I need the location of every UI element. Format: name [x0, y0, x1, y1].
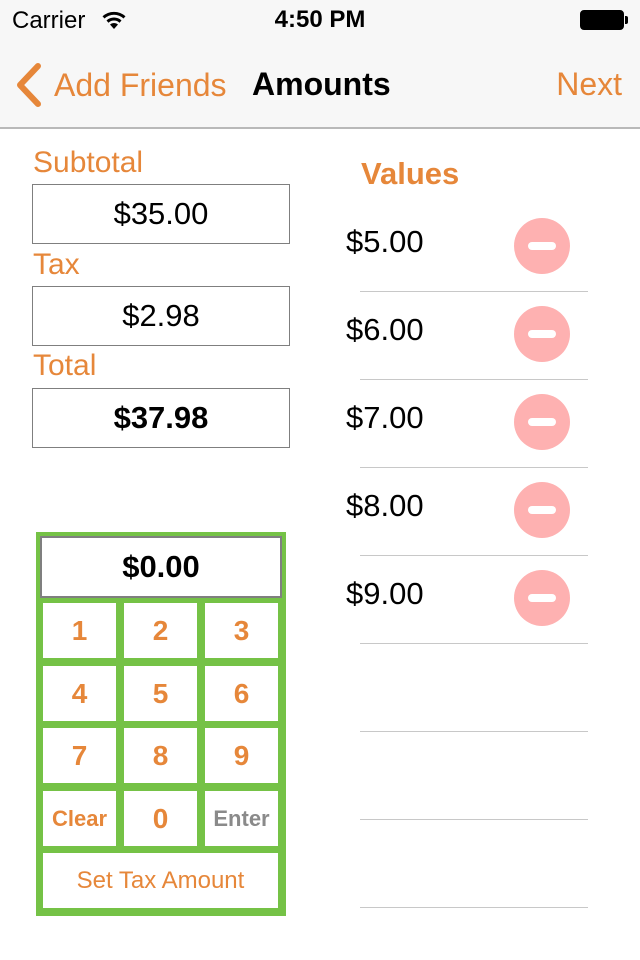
page-title: Amounts	[252, 66, 391, 102]
total-field: $37.98	[32, 388, 290, 448]
chevron-left-icon	[17, 63, 41, 107]
list-item: $8.00	[330, 464, 630, 552]
subtotal-field[interactable]: $35.00	[32, 184, 290, 244]
key-enter[interactable]: Enter	[205, 791, 278, 846]
minus-circle-icon[interactable]	[514, 482, 570, 538]
value-amount: $9.00	[346, 576, 424, 611]
battery-nub	[625, 16, 628, 24]
separator	[360, 643, 588, 644]
key-9[interactable]: 9	[205, 728, 278, 783]
navigation-bar: Carrier 4:50 PM Add Friends Amounts Next	[0, 0, 640, 129]
back-label: Add Friends	[54, 66, 227, 103]
key-4[interactable]: 4	[43, 666, 116, 721]
battery-icon	[580, 10, 624, 30]
separator	[360, 731, 588, 732]
list-item: $5.00	[330, 200, 630, 288]
key-3[interactable]: 3	[205, 603, 278, 658]
minus-circle-icon[interactable]	[514, 218, 570, 274]
back-button[interactable]: Add Friends	[14, 60, 227, 110]
keypad: $0.00 1 2 3 4 5 6 7 8 9 Clear 0 Enter Se…	[36, 532, 286, 916]
value-amount: $8.00	[346, 488, 424, 523]
tax-label: Tax	[33, 248, 80, 281]
set-tax-amount-button[interactable]: Set Tax Amount	[43, 853, 278, 908]
next-button[interactable]: Next	[556, 66, 622, 103]
minus-circle-icon[interactable]	[514, 394, 570, 450]
minus-circle-icon[interactable]	[514, 306, 570, 362]
status-time: 4:50 PM	[274, 6, 366, 33]
list-item: $7.00	[330, 376, 630, 464]
key-1[interactable]: 1	[43, 603, 116, 658]
value-amount: $6.00	[346, 312, 424, 347]
key-7[interactable]: 7	[43, 728, 116, 783]
values-title: Values	[361, 156, 460, 191]
key-5[interactable]: 5	[124, 666, 197, 721]
list-item: $9.00	[330, 552, 630, 640]
value-amount: $7.00	[346, 400, 424, 435]
separator	[360, 819, 588, 820]
list-item: $6.00	[330, 288, 630, 376]
value-amount: $5.00	[346, 224, 424, 259]
keypad-display: $0.00	[40, 536, 282, 598]
total-label: Total	[33, 349, 97, 382]
key-8[interactable]: 8	[124, 728, 197, 783]
key-clear[interactable]: Clear	[43, 791, 116, 846]
key-6[interactable]: 6	[205, 666, 278, 721]
tax-field[interactable]: $2.98	[32, 286, 290, 346]
separator	[360, 907, 588, 908]
key-0[interactable]: 0	[124, 791, 197, 846]
minus-circle-icon[interactable]	[514, 570, 570, 626]
subtotal-label: Subtotal	[33, 146, 144, 179]
key-2[interactable]: 2	[124, 603, 197, 658]
